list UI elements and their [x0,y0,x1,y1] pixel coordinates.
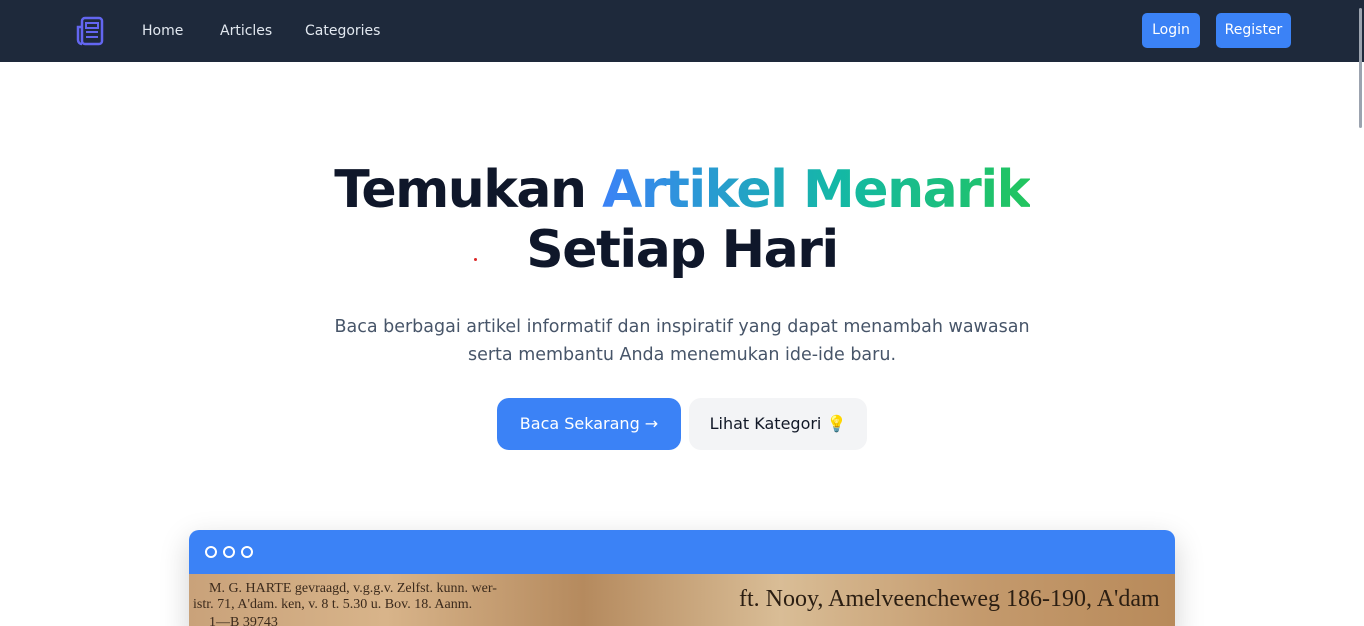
hero-subtitle-line1: Baca berbagai artikel informatif dan ins… [334,317,1030,337]
hero-title-highlight: Artikel Menarik [602,160,1031,220]
hero-subtitle-line2: serta membantu Anda menemukan ide-ide ba… [467,345,897,365]
window-dot-icon [223,546,235,558]
preview-window: M. G. HARTE gevraagd, v.g.g.v. Zelfst. k… [189,530,1175,626]
register-button[interactable]: Register [1216,13,1291,48]
nav-link-articles[interactable]: Articles [220,21,272,41]
hero-subtitle: Baca berbagai artikel informatif dan ins… [322,313,1042,369]
navbar: Home Articles Categories Login Register [0,0,1364,62]
paper-headline: ft. Nooy, Amelveencheweg 186-190, A'dam [739,586,1160,612]
hero-title-part1: Temukan [334,160,603,220]
nav-link-categories[interactable]: Categories [305,21,380,41]
view-categories-button[interactable]: Lihat Kategori 💡 [689,398,867,450]
preview-window-bar [189,530,1175,574]
newspaper-image: M. G. HARTE gevraagd, v.g.g.v. Zelfst. k… [189,574,1175,626]
login-button[interactable]: Login [1142,13,1200,48]
paper-text-line: istr. 71, A'dam. ken, v. 8 t. 5.30 u. Bo… [193,597,473,612]
hero-title: Temukan Artikel Menarik Setiap Hari [0,160,1364,280]
scrollbar-thumb[interactable] [1359,8,1362,128]
read-now-button[interactable]: Baca Sekarang → [497,398,681,450]
hero-title-line2: Setiap Hari [526,220,839,280]
window-dot-icon [241,546,253,558]
paper-text-line: 1—B 39743 [209,615,278,626]
decorative-dot [474,258,477,261]
newspaper-icon[interactable] [74,15,106,47]
window-dot-icon [205,546,217,558]
nav-link-home[interactable]: Home [142,21,183,41]
